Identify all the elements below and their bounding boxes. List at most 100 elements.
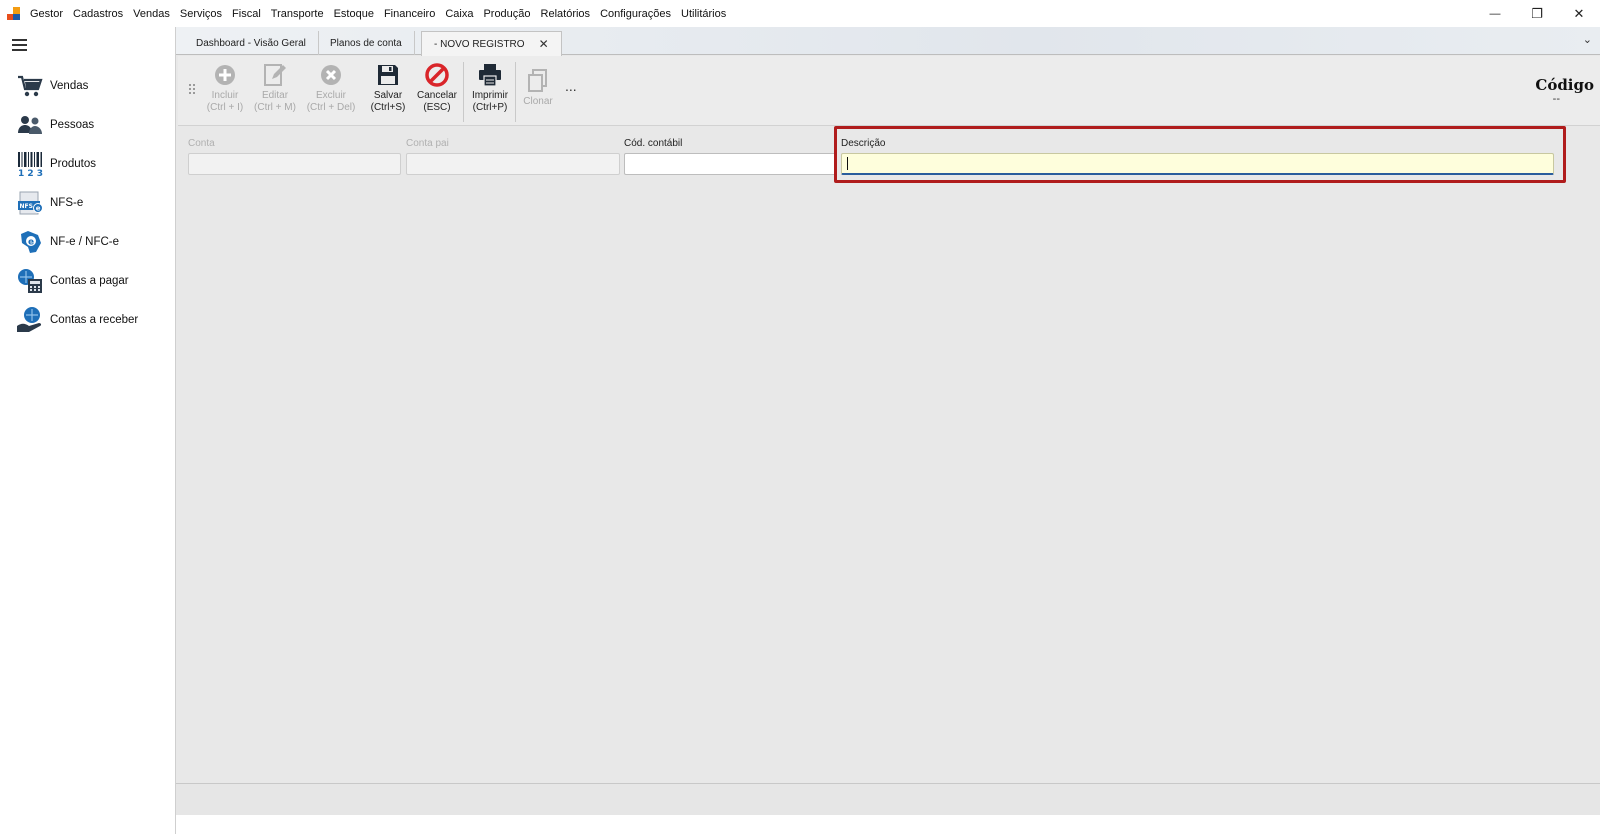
cart-icon <box>16 72 44 100</box>
clonar-label: Clonar <box>523 96 553 107</box>
salvar-shortcut: (Ctrl+S) <box>370 102 406 113</box>
incluir-label: Incluir <box>211 90 239 101</box>
hamburger-menu-icon[interactable] <box>12 39 27 51</box>
cancelar-shortcut: (ESC) <box>423 102 451 113</box>
excluir-button[interactable]: Excluir (Ctrl + Del) <box>305 62 357 122</box>
delete-icon <box>318 62 344 88</box>
svg-text:e: e <box>36 205 41 213</box>
descricao-field[interactable] <box>841 153 1554 175</box>
editar-label: Editar <box>261 90 289 101</box>
menu-gestor[interactable]: Gestor <box>25 8 68 20</box>
cod-contabil-label: Cód. contábil <box>624 138 683 149</box>
add-icon <box>212 62 238 88</box>
imprimir-button[interactable]: Imprimir (Ctrl+P) <box>468 62 512 122</box>
sidebar-item-produtos[interactable]: 1 2 3 Produtos <box>16 149 166 179</box>
incluir-button[interactable]: Incluir (Ctrl + I) <box>203 62 247 122</box>
minimize-icon: — <box>1489 7 1501 20</box>
main-area: Dashboard - Visão Geral Planos de conta … <box>176 27 1600 834</box>
svg-text:1 2 3: 1 2 3 <box>18 169 43 177</box>
menu-configuracoes[interactable]: Configurações <box>595 8 676 20</box>
descricao-label: Descrição <box>841 138 886 149</box>
excluir-label: Excluir <box>315 90 346 101</box>
bottom-strip <box>176 815 1600 834</box>
code-value: -- <box>1552 93 1560 105</box>
nfe-icon: e <box>16 228 44 256</box>
sidebar-item-pessoas[interactable]: Pessoas <box>16 110 166 140</box>
edit-icon <box>262 62 288 88</box>
tab-close-icon[interactable]: ✕ <box>539 37 549 51</box>
svg-text:e: e <box>28 238 34 248</box>
toolbar-separator <box>463 62 464 122</box>
cancelar-label: Cancelar <box>416 90 458 101</box>
restore-icon: ❐ <box>1531 5 1543 21</box>
print-icon <box>477 62 503 88</box>
sidebar-item-label: NFS-e <box>50 197 84 209</box>
tab-planos-de-conta[interactable]: Planos de conta <box>318 31 415 55</box>
app-logo-icon <box>7 6 21 21</box>
salvar-button[interactable]: Salvar (Ctrl+S) <box>369 62 407 122</box>
restore-button[interactable]: ❐ <box>1516 0 1558 27</box>
toolbar-more-button[interactable]: ... <box>565 78 577 94</box>
excluir-shortcut: (Ctrl + Del) <box>306 102 356 113</box>
sidebar-item-label: Contas a receber <box>50 314 139 326</box>
payables-icon <box>16 267 44 295</box>
tab-bar: Dashboard - Visão Geral Planos de conta … <box>176 27 1600 56</box>
tab-label: Planos de conta <box>330 37 402 49</box>
toolbar: Incluir (Ctrl + I) Editar (Ctrl + M) Exc… <box>178 56 1600 126</box>
menu-vendas[interactable]: Vendas <box>128 8 175 20</box>
clone-icon <box>525 68 551 94</box>
tab-dashboard[interactable]: Dashboard - Visão Geral <box>184 31 319 55</box>
menu-utilitarios[interactable]: Utilitários <box>676 8 731 20</box>
text-caret <box>847 157 848 170</box>
svg-text:NFS: NFS <box>20 203 33 210</box>
sidebar-item-nfse[interactable]: NFS e NFS-e <box>16 188 166 218</box>
menu-fiscal[interactable]: Fiscal <box>227 8 266 20</box>
conta-field[interactable] <box>188 153 401 175</box>
sidebar-item-label: Pessoas <box>50 119 95 131</box>
conta-pai-label: Conta pai <box>406 138 449 149</box>
editar-button[interactable]: Editar (Ctrl + M) <box>252 62 298 122</box>
sidebar-item-nfe[interactable]: e NF-e / NFC-e <box>16 227 166 257</box>
menu-producao[interactable]: Produção <box>478 8 535 20</box>
cancel-icon <box>424 62 450 88</box>
sidebar-item-vendas[interactable]: Vendas <box>16 71 166 101</box>
cod-contabil-field[interactable] <box>624 153 836 175</box>
code-title: Código <box>1535 76 1594 94</box>
menu-caixa[interactable]: Caixa <box>440 8 478 20</box>
menu-transporte[interactable]: Transporte <box>266 8 329 20</box>
imprimir-label: Imprimir <box>471 90 509 101</box>
tab-list-chevron-icon[interactable]: ⌄ <box>1583 33 1592 46</box>
barcode-icon: 1 2 3 <box>16 150 44 178</box>
menu-estoque[interactable]: Estoque <box>329 8 379 20</box>
toolbar-grip-icon[interactable] <box>189 84 195 96</box>
tab-novo-registro[interactable]: - NOVO REGISTRO ✕ <box>421 31 562 56</box>
close-window-button[interactable]: ✕ <box>1558 0 1600 27</box>
menu-relatorios[interactable]: Relatórios <box>536 8 596 20</box>
tab-label: Dashboard - Visão Geral <box>196 37 306 49</box>
incluir-shortcut: (Ctrl + I) <box>206 102 244 113</box>
salvar-label: Salvar <box>373 90 403 101</box>
imprimir-shortcut: (Ctrl+P) <box>472 102 508 113</box>
people-icon <box>16 111 44 139</box>
cancelar-button[interactable]: Cancelar (ESC) <box>415 62 459 122</box>
menu-cadastros[interactable]: Cadastros <box>68 8 128 20</box>
save-icon <box>375 62 401 88</box>
editar-shortcut: (Ctrl + M) <box>254 102 296 113</box>
close-icon: ✕ <box>1573 5 1585 21</box>
menu-servicos[interactable]: Serviços <box>175 8 227 20</box>
menu-financeiro[interactable]: Financeiro <box>379 8 440 20</box>
conta-pai-field[interactable] <box>406 153 620 175</box>
menubar: Gestor Cadastros Vendas Serviços Fiscal … <box>0 0 1600 27</box>
sidebar-item-label: Vendas <box>50 80 89 92</box>
sidebar: Vendas Pessoas 1 2 3 Produtos NFS e NFS-e… <box>0 27 176 834</box>
clonar-button[interactable]: Clonar <box>520 62 556 122</box>
receivables-icon <box>16 306 44 334</box>
nfse-icon: NFS e <box>16 189 44 217</box>
sidebar-item-contas-a-receber[interactable]: Contas a receber <box>16 305 166 335</box>
status-bar <box>176 783 1600 815</box>
minimize-button[interactable]: — <box>1474 0 1516 27</box>
toolbar-separator <box>515 62 516 122</box>
sidebar-item-label: Produtos <box>50 158 97 170</box>
tab-label: - NOVO REGISTRO <box>434 38 525 50</box>
sidebar-item-contas-a-pagar[interactable]: Contas a pagar <box>16 266 166 296</box>
